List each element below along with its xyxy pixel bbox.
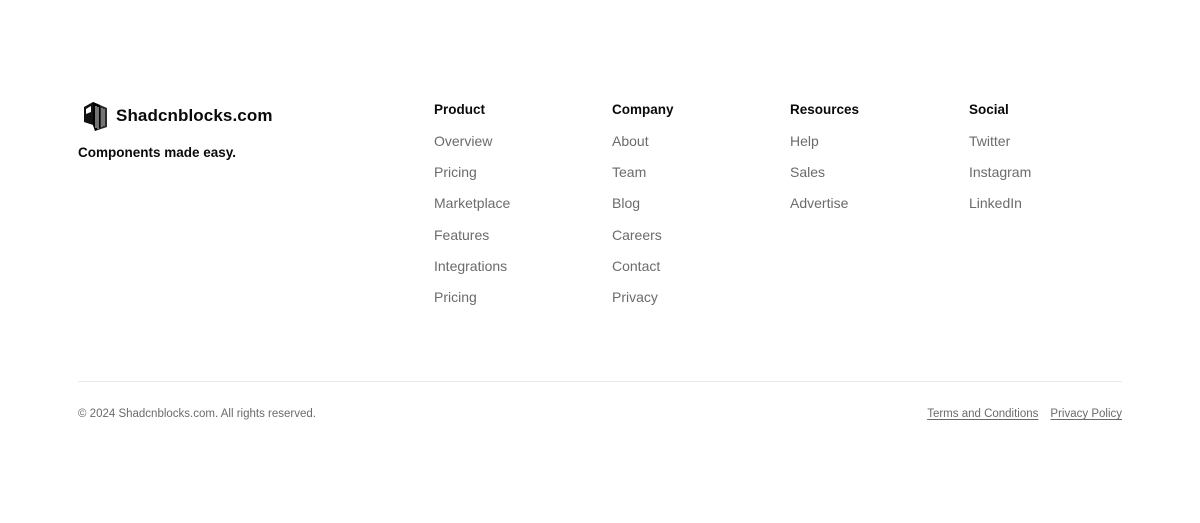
footer-link-advertise[interactable]: Advertise [790, 195, 960, 226]
footer-divider [78, 381, 1122, 382]
link-list: Twitter Instagram LinkedIn [969, 133, 1139, 227]
footer-link-twitter[interactable]: Twitter [969, 133, 1139, 164]
shadcnblocks-logo-icon [81, 100, 111, 132]
footer-link-pricing-2[interactable]: Pricing [434, 289, 604, 320]
copyright-text: © 2024 Shadcnblocks.com. All rights rese… [78, 408, 316, 420]
column-title: Product [434, 102, 486, 117]
footer-link-linkedin[interactable]: LinkedIn [969, 195, 1139, 226]
footer-link-sales[interactable]: Sales [790, 164, 960, 195]
legal-links: Terms and Conditions Privacy Policy [927, 408, 1122, 420]
footer-column-company: Company About Team Blog Careers Contact … [612, 102, 782, 320]
link-list: Help Sales Advertise [790, 133, 960, 227]
link-list: Overview Pricing Marketplace Features In… [434, 133, 604, 320]
footer-column-product: Product Overview Pricing Marketplace Fea… [434, 102, 604, 320]
brand-block: Shadcnblocks.com Components made easy. [78, 98, 378, 160]
brand-name: Shadcnblocks.com [116, 106, 273, 125]
column-title: Resources [790, 102, 860, 117]
brand-tagline: Components made easy. [78, 145, 237, 160]
brand-link[interactable]: Shadcnblocks.com [78, 98, 378, 134]
footer-link-pricing[interactable]: Pricing [434, 164, 604, 195]
column-title: Social [969, 102, 1009, 117]
link-list: About Team Blog Careers Contact Privacy [612, 133, 782, 320]
footer-link-careers[interactable]: Careers [612, 227, 782, 258]
footer-bottom-bar: © 2024 Shadcnblocks.com. All rights rese… [78, 407, 1122, 423]
privacy-policy-link[interactable]: Privacy Policy [1050, 408, 1122, 420]
footer-column-social: Social Twitter Instagram LinkedIn [969, 102, 1139, 227]
footer-link-team[interactable]: Team [612, 164, 782, 195]
footer-link-blog[interactable]: Blog [612, 195, 782, 226]
footer-link-features[interactable]: Features [434, 227, 604, 258]
footer-link-integrations[interactable]: Integrations [434, 258, 604, 289]
footer-link-overview[interactable]: Overview [434, 133, 604, 164]
footer-link-privacy[interactable]: Privacy [612, 289, 782, 320]
terms-and-conditions-link[interactable]: Terms and Conditions [927, 408, 1038, 420]
footer-link-instagram[interactable]: Instagram [969, 164, 1139, 195]
footer-link-help[interactable]: Help [790, 133, 960, 164]
column-title: Company [612, 102, 674, 117]
footer-link-contact[interactable]: Contact [612, 258, 782, 289]
footer-column-resources: Resources Help Sales Advertise [790, 102, 960, 227]
footer-link-about[interactable]: About [612, 133, 782, 164]
footer-link-marketplace[interactable]: Marketplace [434, 195, 604, 226]
